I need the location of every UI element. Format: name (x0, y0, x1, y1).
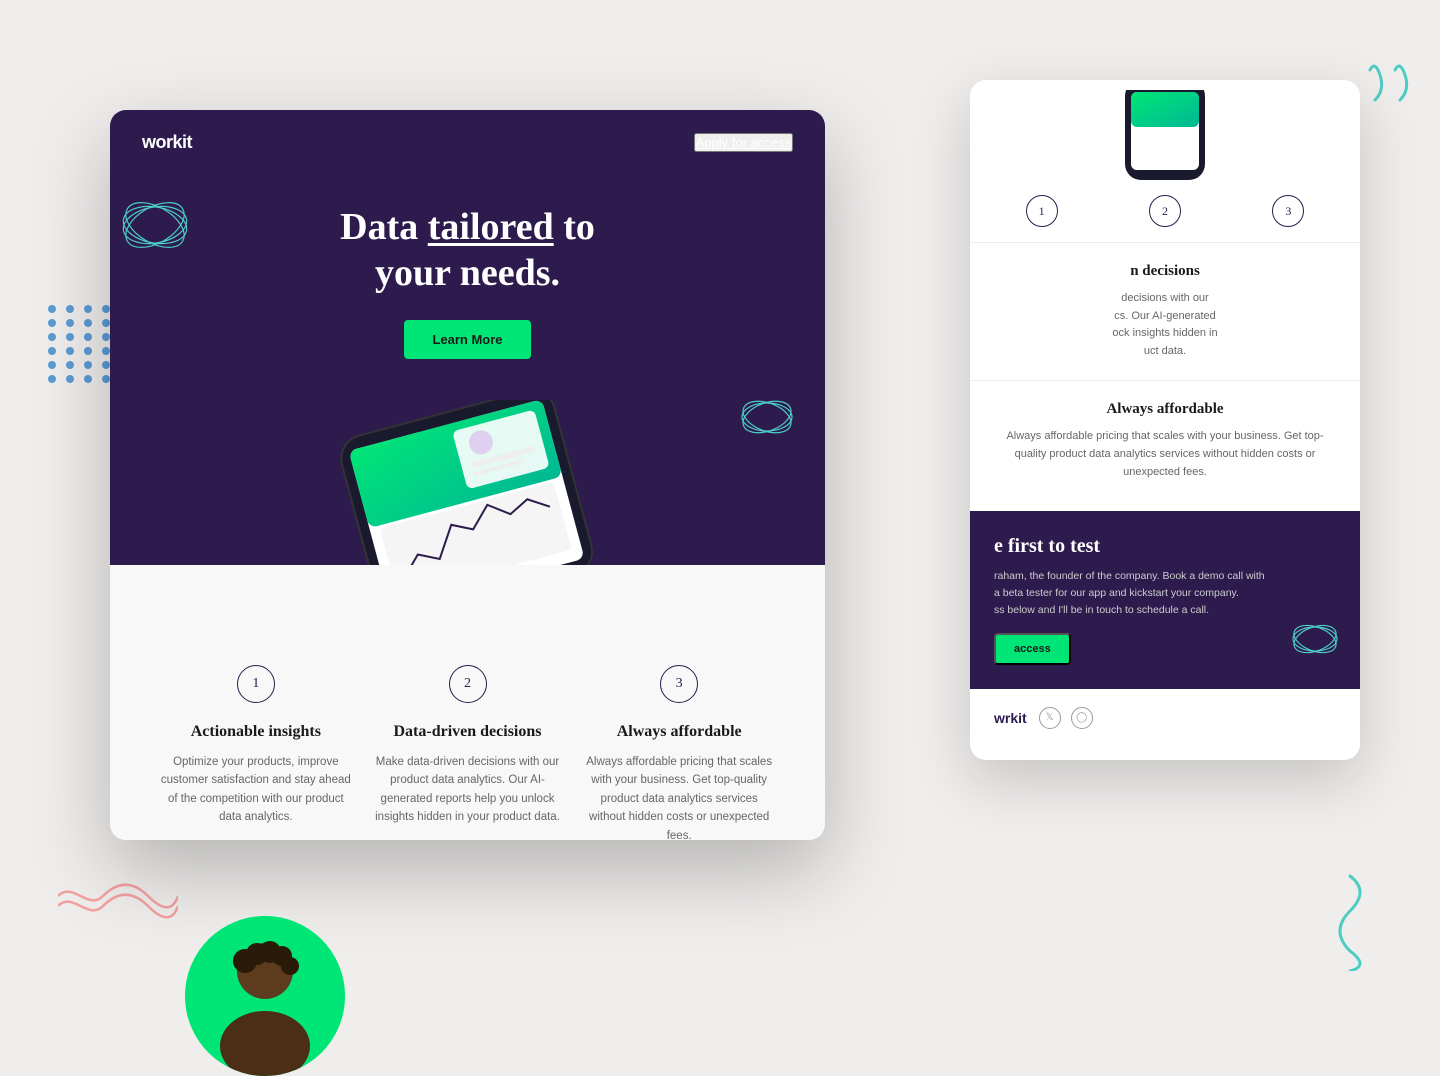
navigation: workit Apply for access (110, 110, 825, 175)
feature-item-3: 3 Always affordable Always affordable pr… (573, 665, 785, 840)
sw-footer-social-icons: 𝕏 ◯ (1039, 707, 1093, 729)
secondary-browser-window: 1 2 3 n decisions decisions with ourcs. … (970, 80, 1360, 760)
sw-feature-num-3: 3 (1272, 195, 1304, 227)
feature-number-3: 3 (660, 665, 698, 703)
sw-affordable-title: Always affordable (994, 401, 1336, 418)
phone-mockup (288, 400, 648, 565)
teal-quotes-topright (1360, 60, 1430, 145)
learn-more-button[interactable]: Learn More (404, 320, 530, 359)
hero-title-line2: your needs. (375, 252, 560, 294)
sw-footer-logo: wrkit (994, 710, 1027, 726)
hero-title-underline: tailored (428, 206, 554, 248)
sw-cta-dark-section: e first to test raham, the founder of th… (970, 511, 1360, 688)
sw-feature-partial-title: n decisions (994, 263, 1336, 280)
sw-feature-num-1: 1 (1026, 195, 1058, 227)
sw-cta-title: e first to test (994, 535, 1336, 558)
feature-number-1: 1 (237, 665, 275, 703)
feature-desc-1: Optimize your products, improve customer… (160, 753, 352, 827)
twitter-icon[interactable]: 𝕏 (1039, 707, 1061, 729)
sw-feature-numbers: 1 2 3 (970, 180, 1360, 243)
sw-logo-rest: rkit (1005, 710, 1027, 726)
pink-wave-decoration (58, 871, 178, 926)
hero-teal-rings-right (740, 390, 795, 445)
feature-title-3: Always affordable (583, 723, 775, 741)
sw-feature-partial-desc: decisions with ourcs. Our AI-generatedoc… (994, 290, 1336, 360)
hero-title: Data tailored to your needs. (110, 205, 825, 296)
instagram-icon[interactable]: ◯ (1071, 707, 1093, 729)
sw-cta-desc: raham, the founder of the company. Book … (994, 568, 1336, 618)
sw-feature-data-decisions: n decisions decisions with ourcs. Our AI… (970, 243, 1360, 380)
features-section: 1 Actionable insights Optimize your prod… (110, 565, 825, 840)
sw-affordable-desc: Always affordable pricing that scales wi… (994, 428, 1336, 481)
feature-title-2: Data-driven decisions (372, 723, 564, 741)
sw-logo-w: w (994, 710, 1005, 726)
feature-desc-3: Always affordable pricing that scales wi… (583, 753, 775, 840)
feature-item-2: 2 Data-driven decisions Make data-driven… (362, 665, 574, 840)
feature-desc-2: Make data-driven decisions with our prod… (372, 753, 564, 827)
logo-bold: it (182, 132, 192, 152)
sw-feature-num-2: 2 (1149, 195, 1181, 227)
sw-phone-partial (970, 80, 1360, 180)
sw-always-affordable: Always affordable Always affordable pric… (970, 380, 1360, 501)
sw-footer: wrkit 𝕏 ◯ (970, 689, 1360, 747)
sw-teal-curly (1290, 614, 1340, 669)
feature-title-1: Actionable insights (160, 723, 352, 741)
teal-curly-bottomright (1320, 871, 1380, 976)
feature-number-2: 2 (449, 665, 487, 703)
logo-text: work (142, 132, 182, 152)
avatar-circle (185, 916, 345, 1076)
feature-item-1: 1 Actionable insights Optimize your prod… (150, 665, 362, 840)
logo: workit (142, 132, 192, 153)
hero-content: Data tailored to your needs. Learn More (110, 175, 825, 359)
hero-section: workit Apply for access Data tail (110, 110, 825, 565)
main-browser-window: workit Apply for access Data tail (110, 110, 825, 840)
sw-cta-button[interactable]: access (994, 633, 1071, 665)
apply-for-access-button[interactable]: Apply for access (694, 133, 793, 152)
